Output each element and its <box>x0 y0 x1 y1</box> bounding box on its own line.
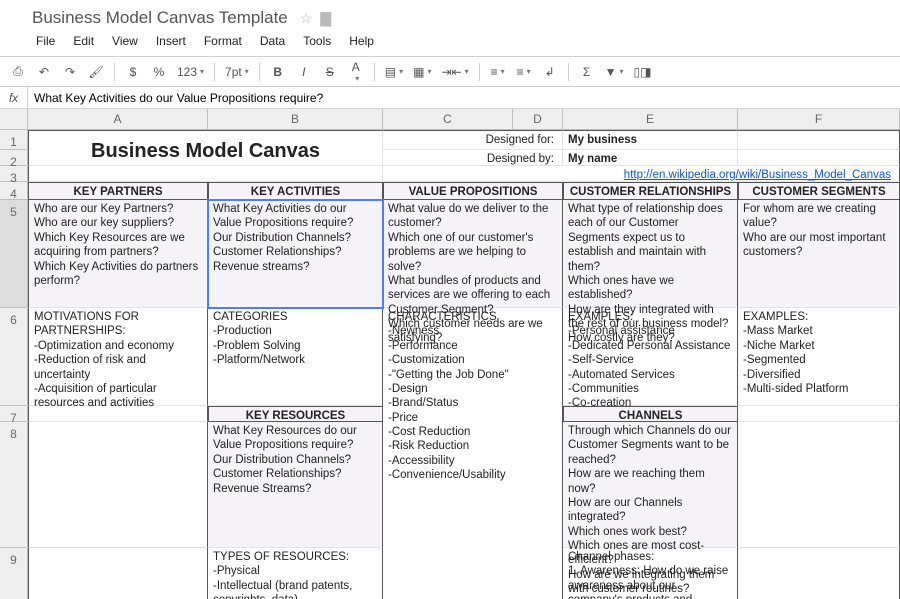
cell-customer-segments-q[interactable]: For whom are we creating value? Who are … <box>738 200 900 308</box>
row-header-7[interactable]: 7 <box>0 406 28 422</box>
row-header-4[interactable]: 4 <box>0 182 28 200</box>
insert-chart-button[interactable]: ▯◨ <box>630 61 656 83</box>
toolbar: ⎙ ↶ ↷ 🖌 $ % 123 7pt B I S A ▤ ▦ ⇥⇤ ≡ ≡ ↲… <box>0 57 900 87</box>
toolbar-separator <box>214 63 215 81</box>
percent-button[interactable]: % <box>147 61 171 83</box>
undo-button[interactable]: ↶ <box>32 61 56 83</box>
currency-button[interactable]: $ <box>121 61 145 83</box>
cell-a7[interactable] <box>28 406 208 422</box>
spreadsheet: A B C D E F 123456789 Business Model Can… <box>0 109 900 599</box>
filter-dropdown[interactable]: ▼ <box>601 61 628 83</box>
cell-f1[interactable] <box>738 130 900 150</box>
cell-a8[interactable] <box>28 422 208 548</box>
cell-key-resources-q[interactable]: What Key Resources do our Value Proposit… <box>208 422 383 548</box>
formula-bar: fx <box>0 87 900 109</box>
cell-key-resources-sub[interactable]: TYPES OF RESOURCES: -Physical -Intellect… <box>208 548 383 599</box>
column-header-c[interactable]: C <box>383 109 513 129</box>
row-header-3[interactable]: 3 <box>0 166 28 182</box>
menu-view[interactable]: View <box>104 32 146 50</box>
hdr-key-resources[interactable]: KEY RESOURCES <box>208 406 383 422</box>
menu-tools[interactable]: Tools <box>295 32 339 50</box>
fx-label: fx <box>0 87 28 109</box>
cell-customer-relationships-sub[interactable]: EXAMPLES: -Personal assistance -Dedicate… <box>563 308 738 406</box>
horizontal-align-dropdown[interactable]: ≡ <box>486 61 510 83</box>
column-header-f[interactable]: F <box>738 109 900 129</box>
star-icon[interactable]: ☆ <box>300 10 313 27</box>
row-header-8[interactable]: 8 <box>0 422 28 548</box>
cell-designed-for-value[interactable]: My business <box>563 130 738 150</box>
toolbar-separator <box>259 63 260 81</box>
select-all-corner[interactable] <box>0 109 28 129</box>
cell-f8[interactable] <box>738 422 900 548</box>
row-header-6[interactable]: 6 <box>0 308 28 406</box>
folder-icon[interactable]: ▇ <box>320 10 331 27</box>
menu-format[interactable]: Format <box>196 32 250 50</box>
cell-channels-q[interactable]: Through which Channels do our Customer S… <box>563 422 738 548</box>
cell-canvas[interactable]: Business Model Canvas Designed for: My b… <box>28 130 900 599</box>
menu-edit[interactable]: Edit <box>65 32 102 50</box>
toolbar-separator <box>114 63 115 81</box>
column-header-a[interactable]: A <box>28 109 208 129</box>
toolbar-separator <box>374 63 375 81</box>
vertical-align-dropdown[interactable]: ≡ <box>512 61 536 83</box>
cell-a9[interactable] <box>28 548 208 599</box>
row-header-2[interactable]: 2 <box>0 150 28 166</box>
hdr-value-propositions[interactable]: VALUE PROPOSITIONS <box>383 182 563 200</box>
cell-f7[interactable] <box>738 406 900 422</box>
cell-title[interactable]: Business Model Canvas <box>28 130 383 166</box>
cell-designed-for-label[interactable]: Designed for: <box>383 130 563 150</box>
text-wrap-button[interactable]: ↲ <box>538 61 562 83</box>
row-headers: 123456789 <box>0 130 28 599</box>
cell-designed-by-label[interactable]: Designed by: <box>383 150 563 166</box>
cell-key-partners-sub[interactable]: MOTIVATIONS FOR PARTNERSHIPS: -Optimizat… <box>28 308 208 406</box>
cell-f9[interactable] <box>738 548 900 599</box>
font-size-dropdown[interactable]: 7pt <box>221 61 253 83</box>
toolbar-separator <box>479 63 480 81</box>
formula-input[interactable] <box>28 87 900 108</box>
menu-help[interactable]: Help <box>341 32 382 50</box>
number-format-dropdown[interactable]: 123 <box>173 61 208 83</box>
paint-format-button[interactable]: 🖌 <box>84 61 108 83</box>
hdr-key-activities[interactable]: KEY ACTIVITIES <box>208 182 383 200</box>
bold-button[interactable]: B <box>266 61 290 83</box>
cell-value-propositions-q[interactable]: What value do we deliver to the customer… <box>383 200 563 308</box>
cell-key-activities-q[interactable]: What Key Activities do our Value Proposi… <box>208 200 383 308</box>
hdr-channels[interactable]: CHANNELS <box>563 406 738 422</box>
hdr-key-partners[interactable]: KEY PARTNERS <box>28 182 208 200</box>
row-header-9[interactable]: 9 <box>0 548 28 599</box>
cell-value-propositions-sub[interactable]: CHARACTERISTICS -Newness -Performance -C… <box>383 308 563 599</box>
document-title[interactable]: Business Model Canvas Template <box>28 6 292 30</box>
toolbar-separator <box>568 63 569 81</box>
text-color-a: A <box>352 61 360 73</box>
merge-cells-dropdown[interactable]: ⇥⇤ <box>437 61 472 83</box>
fill-color-dropdown[interactable]: ▤ <box>381 61 407 83</box>
cell-f2[interactable] <box>738 150 900 166</box>
cell-key-activities-sub[interactable]: CATEGORIES -Production -Problem Solving … <box>208 308 383 406</box>
menubar: File Edit View Insert Format Data Tools … <box>0 30 900 57</box>
italic-button[interactable]: I <box>292 61 316 83</box>
cell-customer-relationships-q[interactable]: What type of relationship does each of o… <box>563 200 738 308</box>
column-header-d[interactable]: D <box>513 109 563 129</box>
borders-dropdown[interactable]: ▦ <box>409 61 435 83</box>
menu-file[interactable]: File <box>28 32 63 50</box>
hdr-customer-segments[interactable]: CUSTOMER SEGMENTS <box>738 182 900 200</box>
cell-channels-sub[interactable]: Channel phases: 1. Awareness: How do we … <box>563 548 738 599</box>
redo-button[interactable]: ↷ <box>58 61 82 83</box>
menu-data[interactable]: Data <box>252 32 293 50</box>
cell-designed-by-value[interactable]: My name <box>563 150 738 166</box>
column-header-b[interactable]: B <box>208 109 383 129</box>
cell-a3[interactable] <box>28 166 383 182</box>
strikethrough-button[interactable]: S <box>318 61 342 83</box>
menu-insert[interactable]: Insert <box>148 32 194 50</box>
hdr-customer-relationships[interactable]: CUSTOMER RELATIONSHIPS <box>563 182 738 200</box>
functions-sigma-button[interactable]: Σ <box>575 61 599 83</box>
column-header-e[interactable]: E <box>563 109 738 129</box>
cell-key-partners-q[interactable]: Who are our Key Partners? Who are our ke… <box>28 200 208 308</box>
cell-customer-segments-sub[interactable]: EXAMPLES: -Mass Market -Niche Market -Se… <box>738 308 900 406</box>
text-color-dropdown[interactable]: A <box>344 61 368 83</box>
print-button[interactable]: ⎙ <box>6 61 30 83</box>
row-header-1[interactable]: 1 <box>0 130 28 150</box>
cell-wiki-link[interactable]: http://en.wikipedia.org/wiki/Business_Mo… <box>383 166 900 182</box>
row-header-5[interactable]: 5 <box>0 200 28 308</box>
